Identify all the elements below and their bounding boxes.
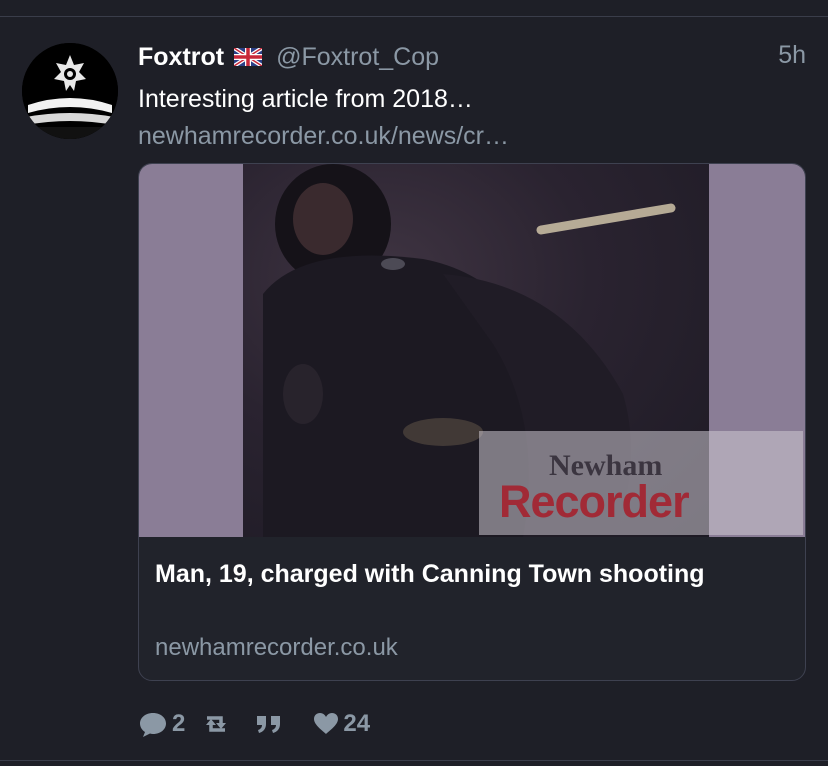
tweet-actions: 2 24 xyxy=(138,709,370,739)
avatar[interactable] xyxy=(22,43,118,139)
card-title[interactable]: Man, 19, charged with Canning Town shoot… xyxy=(155,556,775,592)
reply-icon xyxy=(140,713,166,737)
heart-icon xyxy=(314,713,339,734)
quote-icon xyxy=(257,716,281,733)
reply-count: 2 xyxy=(172,710,186,737)
uk-flag-icon xyxy=(233,46,264,68)
tweet-link[interactable]: newhamrecorder.co.uk/news/cr… xyxy=(138,122,509,151)
timestamp[interactable]: 5h xyxy=(778,41,806,70)
retweet-button[interactable] xyxy=(201,712,235,736)
tweet-header: Foxtrot @Foxtrot_Cop xyxy=(138,41,439,73)
top-divider xyxy=(0,0,828,17)
like-button[interactable]: 24 xyxy=(313,710,370,738)
card-domain: newhamrecorder.co.uk xyxy=(155,634,398,661)
retweet-icon xyxy=(206,716,227,732)
like-count: 24 xyxy=(343,710,371,737)
tweet[interactable]: Foxtrot @Foxtrot_Cop 5h Interesting arti… xyxy=(0,17,828,759)
handle[interactable]: @Foxtrot_Cop xyxy=(276,43,439,72)
bottom-divider xyxy=(0,760,828,766)
tweet-text: Interesting article from 2018… xyxy=(138,85,473,113)
newham-recorder-watermark: Newham Recorder xyxy=(479,431,803,535)
quote-button[interactable] xyxy=(255,713,287,735)
link-card[interactable]: Newham Recorder Man, 19, charged with Ca… xyxy=(138,163,806,681)
display-name[interactable]: Foxtrot xyxy=(138,43,224,72)
watermark-line2: Recorder xyxy=(499,476,690,527)
reply-button[interactable]: 2 xyxy=(138,710,185,738)
card-image[interactable]: Newham Recorder xyxy=(139,164,805,537)
police-badge-icon xyxy=(22,43,118,139)
